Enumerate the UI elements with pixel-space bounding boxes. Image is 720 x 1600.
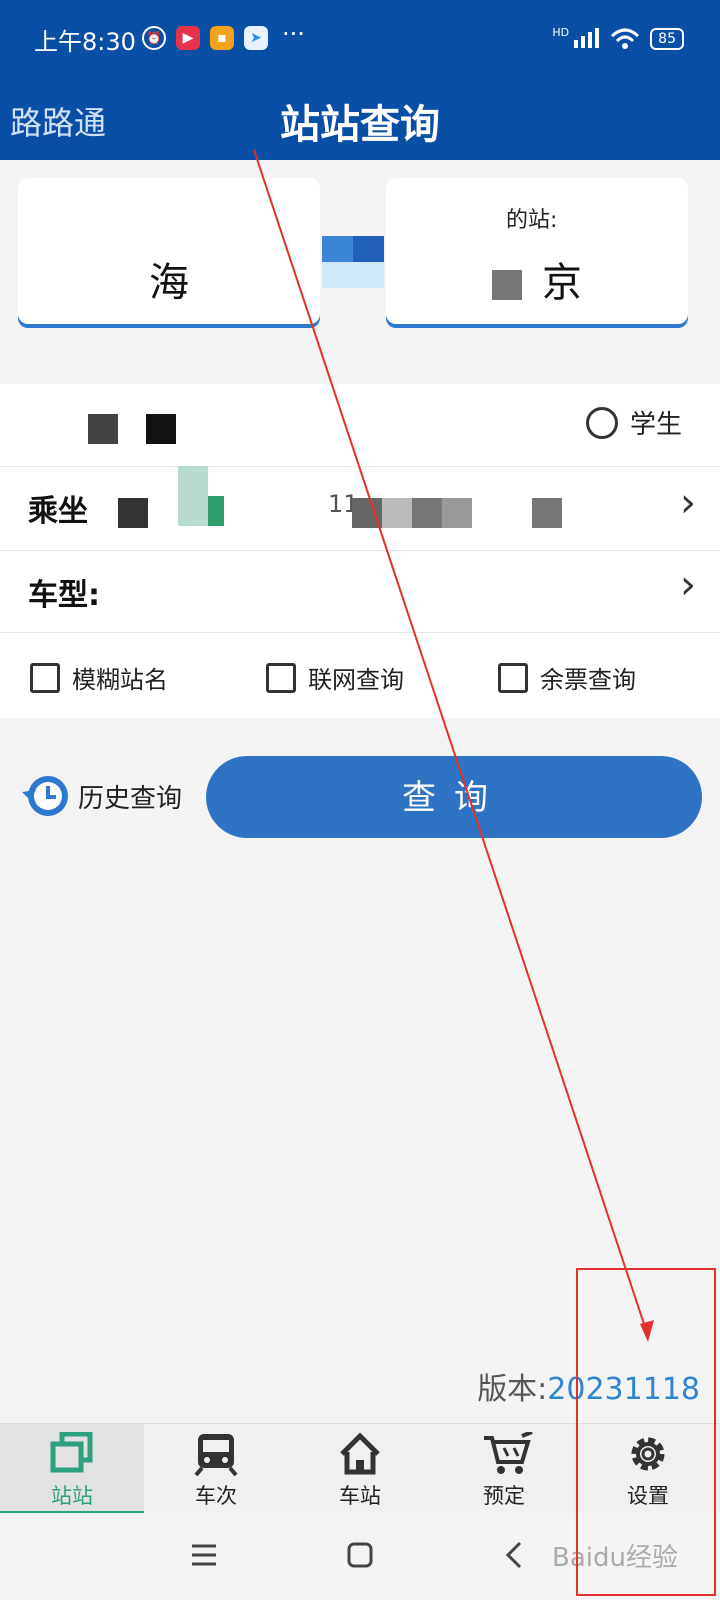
checkbox-icon[interactable] bbox=[30, 662, 60, 693]
tab-booking[interactable]: 预定 bbox=[432, 1424, 576, 1514]
from-station-name: 海 bbox=[149, 260, 189, 306]
fuzzy-name-checkbox[interactable]: 模糊站名 bbox=[30, 660, 168, 695]
remaining-tickets-label: 余票查询 bbox=[540, 666, 636, 694]
student-label: 学生 bbox=[629, 410, 682, 440]
back-nav-icon[interactable] bbox=[504, 1541, 524, 1569]
page-title: 站站查询 bbox=[280, 102, 440, 148]
tab-label: 预定 bbox=[483, 1484, 525, 1508]
to-station-label: 的站: bbox=[506, 208, 558, 233]
student-radio[interactable] bbox=[585, 406, 618, 439]
mosaic-block bbox=[118, 498, 148, 528]
tab-station-to-station[interactable]: 站站 bbox=[0, 1424, 144, 1514]
tab-label: 站站 bbox=[51, 1484, 93, 1508]
to-station-card[interactable]: 的站: 京 bbox=[386, 178, 688, 324]
checkbox-icon[interactable] bbox=[266, 662, 296, 693]
swap-stations-button[interactable] bbox=[322, 236, 384, 292]
tab-train-number[interactable]: 车次 bbox=[144, 1424, 288, 1514]
student-option[interactable]: 学生 bbox=[585, 404, 682, 441]
query-button[interactable]: 查询 bbox=[206, 756, 702, 838]
signal-icon: HD bbox=[552, 26, 600, 52]
type-label: 车型: bbox=[28, 578, 100, 613]
status-time: 上午8:30 bbox=[34, 28, 136, 56]
mosaic-block bbox=[412, 498, 442, 528]
home-nav-icon[interactable] bbox=[346, 1541, 374, 1569]
history-button[interactable]: 历史查询 bbox=[20, 770, 182, 822]
mosaic-block bbox=[382, 498, 412, 528]
fuzzy-name-label: 模糊站名 bbox=[72, 666, 168, 694]
online-query-checkbox[interactable]: 联网查询 bbox=[266, 660, 404, 695]
to-station-text: 京 bbox=[542, 260, 582, 306]
battery-icon: 85 bbox=[650, 28, 684, 50]
options-row: 模糊站名 联网查询 余票查询 bbox=[30, 660, 710, 700]
chevron-right-icon: › bbox=[680, 480, 696, 526]
mosaic-block bbox=[88, 414, 118, 444]
title-bar: 路路通 站站查询 bbox=[0, 80, 720, 160]
notes-app-icon: ▪ bbox=[210, 26, 234, 50]
menu-icon[interactable] bbox=[190, 1541, 218, 1569]
tab-label: 车站 bbox=[339, 1484, 381, 1508]
send-app-icon: ➤ bbox=[244, 26, 268, 50]
layers-icon bbox=[50, 1432, 93, 1473]
system-icons: HD 85 bbox=[552, 26, 684, 52]
notification-icons: ⏰ ▶ ▪ ➤ bbox=[142, 26, 268, 50]
tab-label: 车次 bbox=[195, 1484, 237, 1508]
online-query-label: 联网查询 bbox=[308, 666, 404, 694]
mosaic-block bbox=[492, 270, 522, 300]
mosaic-block bbox=[532, 498, 562, 528]
mosaic-block bbox=[146, 414, 176, 444]
more-notifications-icon: ··· bbox=[282, 20, 305, 48]
remaining-tickets-checkbox[interactable]: 余票查询 bbox=[498, 660, 636, 695]
cart-icon bbox=[484, 1432, 533, 1474]
checkbox-icon[interactable] bbox=[498, 662, 528, 693]
history-label: 历史查询 bbox=[78, 783, 183, 814]
ride-row[interactable]: 乘坐 11 › bbox=[0, 466, 720, 551]
to-station-name: 京 bbox=[386, 250, 688, 308]
train-icon bbox=[194, 1434, 238, 1476]
from-station-card[interactable]: 海 bbox=[18, 178, 320, 324]
version-label: 版本: bbox=[477, 1372, 548, 1407]
query-form: 学生 乘坐 11 › 车型: › 模糊站名 联网查询 余票查询 bbox=[0, 384, 720, 718]
type-row[interactable]: 车型: › bbox=[0, 550, 720, 633]
video-app-icon: ▶ bbox=[176, 26, 200, 50]
alarm-icon: ⏰ bbox=[142, 26, 166, 50]
mosaic-block bbox=[352, 498, 382, 528]
wifi-icon bbox=[611, 28, 640, 49]
passenger-row: 学生 bbox=[0, 384, 720, 467]
mosaic-block bbox=[442, 498, 472, 528]
ride-label: 乘坐 bbox=[28, 494, 88, 529]
tab-station[interactable]: 车站 bbox=[288, 1424, 432, 1514]
mosaic-block bbox=[178, 466, 208, 526]
history-icon bbox=[22, 776, 68, 816]
home-icon bbox=[340, 1432, 380, 1475]
mosaic-block bbox=[208, 496, 224, 526]
annotation-highlight-box bbox=[576, 1268, 716, 1596]
chevron-right-icon: › bbox=[680, 562, 696, 608]
status-bar: 上午8:30 ⏰ ▶ ▪ ➤ ··· HD 85 bbox=[0, 0, 720, 80]
